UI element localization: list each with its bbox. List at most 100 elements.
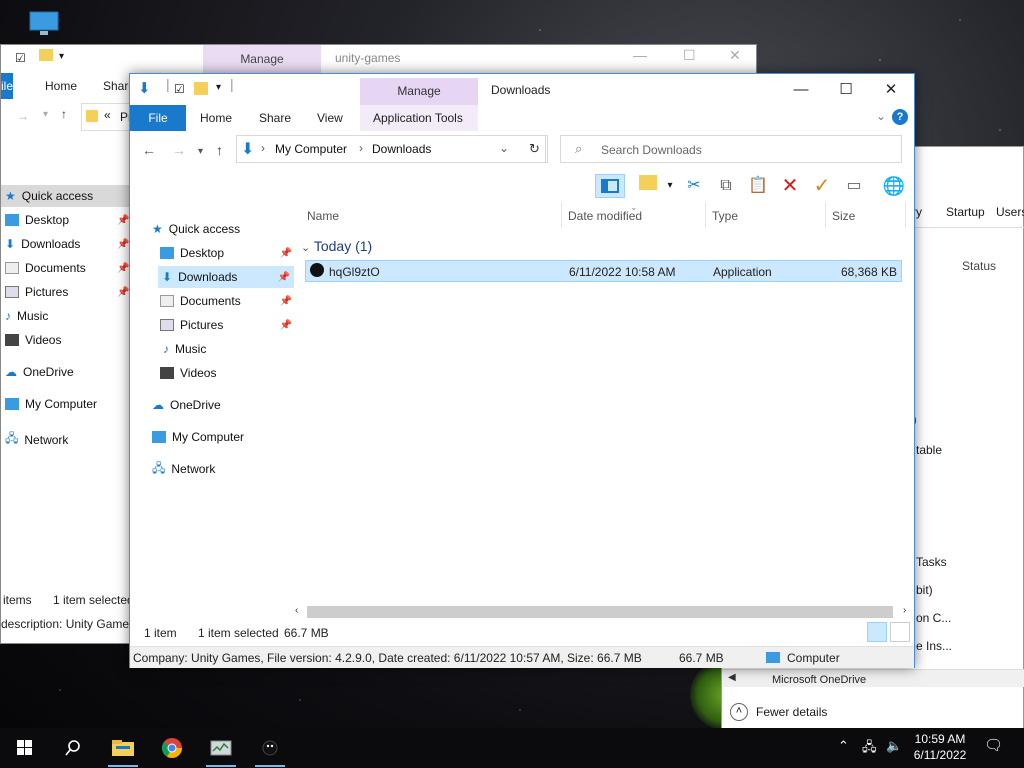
group-header-today[interactable]: ⌄ Today (1): [301, 238, 372, 254]
nav-item-pictures[interactable]: Pictures 📌: [5, 285, 129, 299]
column-header-name[interactable]: Name: [307, 209, 339, 223]
download-arrow-icon[interactable]: ⬇: [138, 79, 151, 97]
open-folder-icon[interactable]: [636, 174, 660, 198]
nav-item-downloads[interactable]: ⬇ Downloads 📌: [5, 237, 129, 251]
manage-tab[interactable]: Manage: [203, 45, 321, 73]
nav-item-desktop[interactable]: Desktop 📌: [160, 242, 296, 264]
tab-users[interactable]: Users: [996, 205, 1024, 219]
back-icon[interactable]: ←: [142, 142, 156, 158]
recent-locations-icon[interactable]: ▾: [198, 146, 203, 157]
search-icon[interactable]: [58, 734, 88, 762]
task-manager-icon[interactable]: [206, 734, 236, 762]
pin-icon[interactable]: 📌: [278, 272, 290, 283]
forward-icon[interactable]: →: [17, 109, 29, 123]
close-icon[interactable]: ✕: [729, 47, 741, 64]
minimize-button[interactable]: —: [778, 78, 824, 102]
manage-tab[interactable]: Manage: [360, 78, 478, 105]
search-input[interactable]: ⌕ Search Downloads: [560, 135, 902, 163]
home-tab[interactable]: Home: [45, 79, 77, 93]
large-icons-view-icon[interactable]: [890, 622, 910, 642]
pin-icon[interactable]: 📌: [117, 287, 129, 298]
status-column-header[interactable]: Status: [962, 259, 996, 273]
properties-icon[interactable]: ☑: [174, 82, 185, 96]
nav-item-my-computer[interactable]: My Computer: [5, 397, 97, 411]
chrome-icon[interactable]: [157, 734, 187, 762]
qat-dropdown-icon[interactable]: ▾: [59, 51, 64, 62]
breadcrumb-my-computer[interactable]: My Computer: [275, 142, 347, 156]
pin-icon[interactable]: 📌: [117, 263, 129, 274]
breadcrumb-downloads[interactable]: Downloads: [372, 142, 431, 156]
preview-pane-icon[interactable]: [595, 174, 625, 198]
new-folder-icon[interactable]: [194, 82, 208, 95]
network-tray-icon[interactable]: 🖧: [862, 738, 877, 760]
folder-icon[interactable]: [39, 49, 53, 61]
nav-item-music[interactable]: ♪ Music: [160, 338, 296, 360]
nav-item-quick-access[interactable]: ★ Quick access: [5, 189, 93, 203]
chevron-right-icon[interactable]: ›: [261, 141, 265, 155]
details-view-icon[interactable]: [867, 622, 887, 642]
show-hidden-icons-icon[interactable]: ⌃: [838, 738, 849, 754]
minimize-icon[interactable]: —: [633, 47, 647, 63]
column-header-date-modified[interactable]: Date modified: [568, 209, 642, 223]
nav-item-onedrive[interactable]: ☁ OneDrive: [5, 365, 74, 379]
cut-icon[interactable]: ✂: [682, 174, 706, 198]
clock[interactable]: 10:59 AM 6/11/2022: [910, 732, 970, 762]
column-header-size[interactable]: Size: [832, 209, 855, 223]
up-arrow-icon[interactable]: ↑: [61, 107, 67, 121]
windows-start-icon[interactable]: [10, 734, 40, 762]
column-header-type[interactable]: Type: [712, 209, 738, 223]
help-icon[interactable]: ?: [892, 109, 908, 125]
delete-icon[interactable]: ✕: [778, 174, 802, 198]
file-row[interactable]: hqGl9ztO 6/11/2022 10:58 AM Application …: [305, 260, 902, 282]
share-tab[interactable]: Share: [259, 111, 291, 125]
rename-checkmark-icon[interactable]: ✓: [810, 174, 834, 198]
maximize-button[interactable]: ☐: [823, 78, 869, 102]
scroll-left-icon[interactable]: ‹: [295, 605, 298, 616]
scroll-right-icon[interactable]: ›: [903, 605, 906, 616]
nav-item-videos[interactable]: Videos: [160, 362, 296, 384]
scrollbar-thumb[interactable]: [307, 606, 893, 618]
nav-item-desktop[interactable]: Desktop 📌: [5, 213, 129, 227]
nav-item-documents[interactable]: Documents 📌: [5, 261, 129, 275]
qat-dropdown-icon[interactable]: ▾: [216, 82, 221, 93]
application-tools-tab[interactable]: Application Tools: [373, 111, 463, 125]
pin-icon[interactable]: 📌: [280, 296, 292, 307]
column-divider[interactable]: [705, 202, 706, 228]
chevron-right-icon[interactable]: ›: [359, 141, 363, 155]
file-explorer-icon[interactable]: [108, 734, 138, 762]
view-tab[interactable]: View: [317, 111, 343, 125]
forward-icon[interactable]: →: [172, 142, 186, 158]
nav-item-documents[interactable]: Documents 📌: [160, 290, 296, 312]
column-divider[interactable]: [825, 202, 826, 228]
application-icon[interactable]: [255, 734, 285, 762]
up-arrow-icon[interactable]: ↑: [216, 142, 223, 158]
column-divider[interactable]: [905, 202, 906, 228]
notifications-icon[interactable]: 🗨: [984, 736, 1003, 754]
refresh-button[interactable]: ↻: [522, 135, 548, 163]
nav-item-videos[interactable]: Videos: [5, 333, 61, 347]
nav-item-downloads[interactable]: ⬇ Downloads 📌: [158, 266, 294, 288]
close-button[interactable]: ✕: [868, 78, 914, 102]
nav-item-network[interactable]: 🖧 Network: [5, 429, 68, 450]
paste-icon[interactable]: 📋: [746, 174, 770, 198]
downloads-window[interactable]: ⬇ | ☑ ▾ | Manage Downloads — ☐ ✕ File Ho…: [129, 73, 915, 668]
tab-startup[interactable]: Startup: [946, 205, 985, 219]
maximize-icon[interactable]: ☐: [683, 47, 696, 64]
file-tab[interactable]: ile: [1, 73, 13, 99]
expand-ribbon-icon[interactable]: ⌄: [876, 109, 886, 123]
globe-icon[interactable]: 🌐: [882, 174, 906, 198]
pin-icon[interactable]: 📌: [280, 320, 292, 331]
volume-icon[interactable]: 🔈: [886, 738, 902, 754]
properties-icon[interactable]: ▭: [842, 174, 866, 198]
horizontal-scrollbar[interactable]: ◀ Microsoft OneDrive: [722, 669, 1024, 687]
address-dropdown-icon[interactable]: ⌄: [499, 141, 509, 155]
copy-icon[interactable]: ⧉: [714, 174, 738, 198]
scroll-left-icon[interactable]: ◀: [728, 672, 736, 683]
address-bar[interactable]: ⬇ › My Computer › Downloads ⌄: [236, 135, 546, 163]
dropdown-icon[interactable]: ▾: [658, 174, 682, 198]
pin-icon[interactable]: 📌: [117, 215, 129, 226]
nav-item-quick-access[interactable]: ★ Quick access: [152, 218, 288, 240]
home-tab[interactable]: Home: [200, 111, 232, 125]
pin-icon[interactable]: 📌: [280, 248, 292, 259]
pin-icon[interactable]: 📌: [117, 239, 129, 250]
